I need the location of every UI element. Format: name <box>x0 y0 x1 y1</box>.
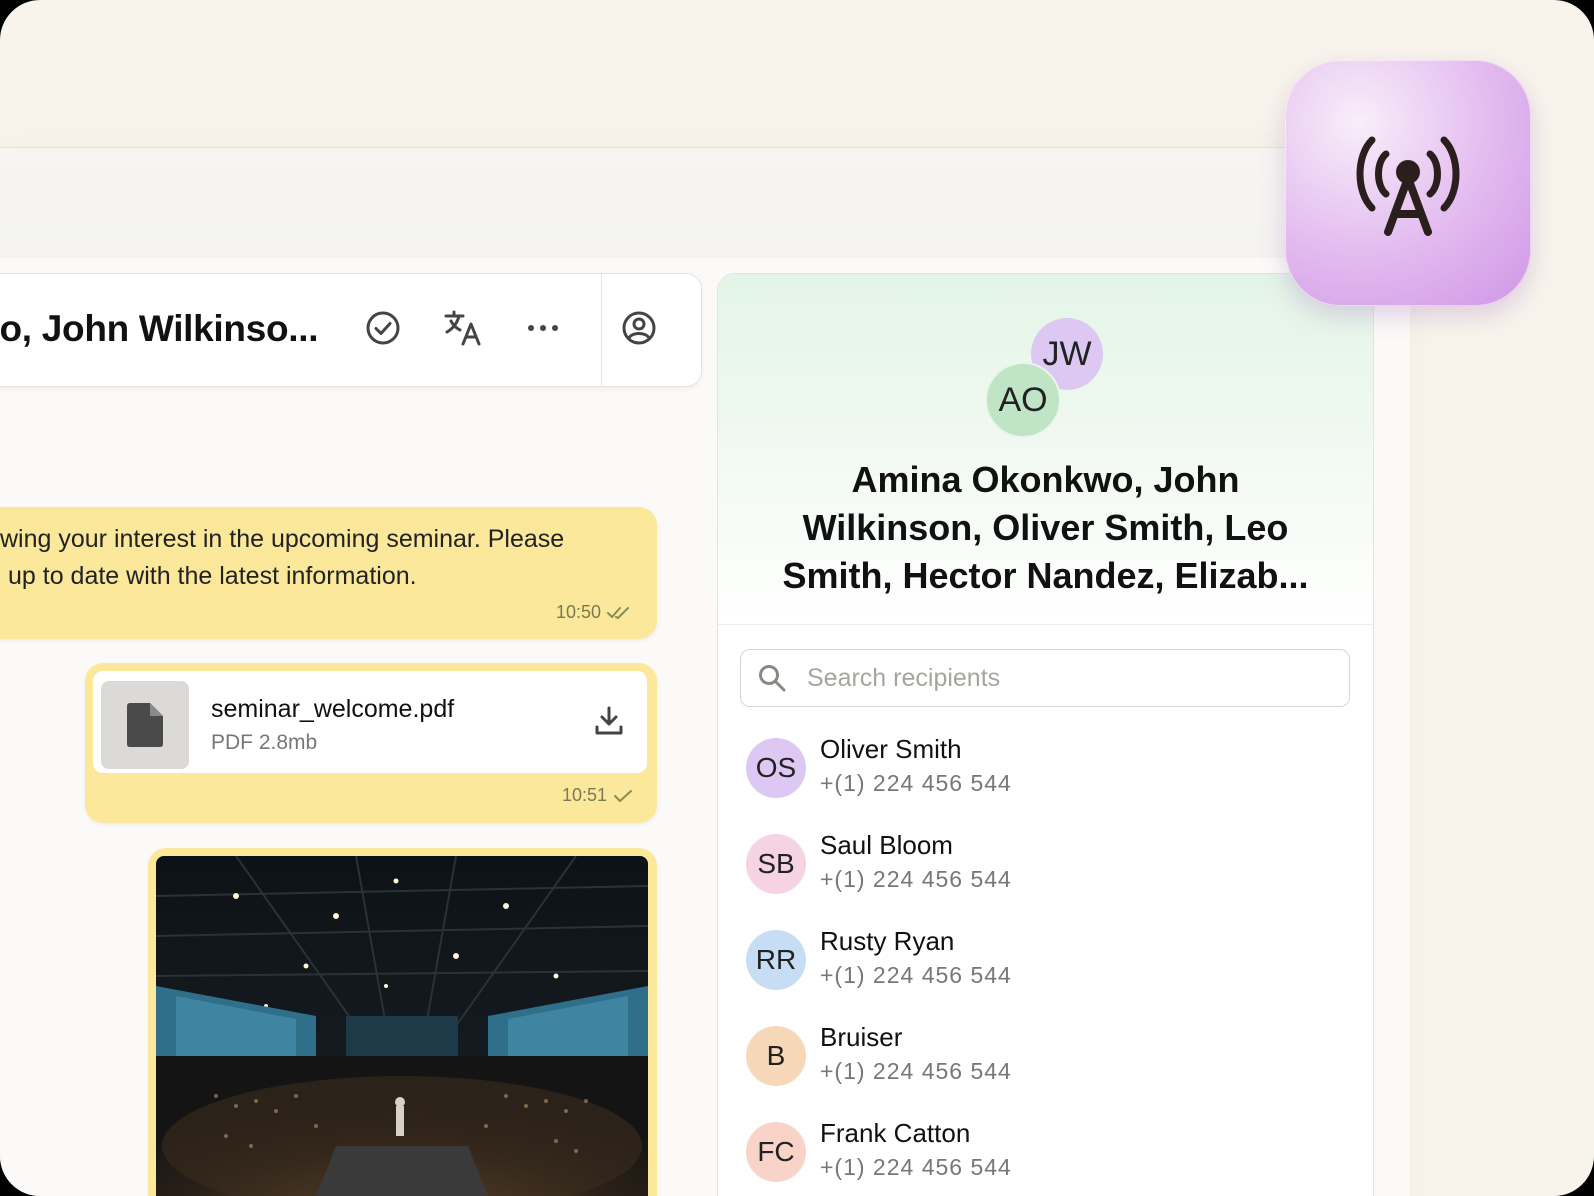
search-icon <box>759 665 786 692</box>
recipient-name: Saul Bloom <box>820 830 953 860</box>
recipient-phone: +(1) 224 456 544 <box>820 770 1012 796</box>
recipient-phone: +(1) 224 456 544 <box>820 1058 1012 1084</box>
chat-title: wo, John Wilkinso... <box>0 308 319 349</box>
recipient-name: Bruiser <box>820 1022 903 1052</box>
file-thumbnail <box>101 681 189 769</box>
broadcast-app-icon <box>1285 60 1531 306</box>
avatar: SB <box>746 834 806 894</box>
group-header: JW AO Amina Okonkwo, John Wilkinson, Oli… <box>718 274 1373 625</box>
message-time: 10:51 <box>562 785 633 806</box>
recipient-name: Rusty Ryan <box>820 926 955 956</box>
recipient-phone: +(1) 224 456 544 <box>820 1154 1012 1180</box>
recipient-item[interactable]: SB Saul Bloom +(1) 224 456 544 <box>746 830 1346 900</box>
avatar: FC <box>746 1122 806 1182</box>
message-bubble: seminar_welcome.pdf PDF 2.8mb 10:51 <box>85 663 659 823</box>
more-options-icon[interactable] <box>519 304 567 352</box>
time-label: 10:50 <box>555 602 601 622</box>
message-line: up to date with the latest information. <box>8 562 417 590</box>
download-icon[interactable] <box>593 705 625 742</box>
recipient-item[interactable]: OS Oliver Smith +(1) 224 456 544 <box>746 734 1346 804</box>
recipient-phone: +(1) 224 456 544 <box>820 962 1012 988</box>
double-check-icon <box>607 606 629 619</box>
time-label: 10:51 <box>561 785 607 805</box>
recipient-item[interactable]: RR Rusty Ryan +(1) 224 456 544 <box>746 926 1346 996</box>
message-bubble <box>148 848 659 1196</box>
recipients-panel: JW AO Amina Okonkwo, John Wilkinson, Oli… <box>717 273 1374 1196</box>
seminar-photo[interactable] <box>156 856 648 1196</box>
file-meta: PDF 2.8mb <box>211 731 318 754</box>
recipient-item[interactable]: B Bruiser +(1) 224 456 544 <box>746 1022 1346 1092</box>
file-name: seminar_welcome.pdf <box>211 695 455 723</box>
avatar: RR <box>746 930 806 990</box>
message-bubble: wing your interest in the upcoming semin… <box>0 507 659 639</box>
recipient-name: Frank Catton <box>820 1118 971 1148</box>
broadcast-tower-icon <box>1356 136 1460 236</box>
chat-header: wo, John Wilkinso... <box>0 273 702 387</box>
group-name: Amina Okonkwo, John Wilkinson, Oliver Sm… <box>782 459 1309 596</box>
message-time: 10:50 <box>556 602 633 623</box>
translate-icon[interactable] <box>439 304 487 352</box>
header-divider <box>601 274 602 386</box>
search-field[interactable] <box>740 649 1350 707</box>
profile-icon[interactable] <box>615 304 663 352</box>
recipient-phone: +(1) 224 456 544 <box>820 866 1012 892</box>
document-icon <box>127 703 163 747</box>
search-input[interactable] <box>805 662 1329 694</box>
recipient-item[interactable]: FC Frank Catton +(1) 224 456 544 <box>746 1118 1346 1188</box>
check-icon <box>614 789 632 802</box>
recipient-name: Oliver Smith <box>820 734 962 764</box>
canvas: wo, John Wilkinso... wing your interest … <box>0 0 1594 1196</box>
avatar: OS <box>746 738 806 798</box>
mark-done-icon[interactable] <box>359 304 407 352</box>
bubble-tail <box>625 507 659 536</box>
avatar: AO <box>985 362 1061 438</box>
message-line: wing your interest in the upcoming semin… <box>0 525 565 553</box>
title-bar <box>0 148 1410 258</box>
avatar: B <box>746 1026 806 1086</box>
file-attachment[interactable]: seminar_welcome.pdf PDF 2.8mb <box>93 671 647 773</box>
